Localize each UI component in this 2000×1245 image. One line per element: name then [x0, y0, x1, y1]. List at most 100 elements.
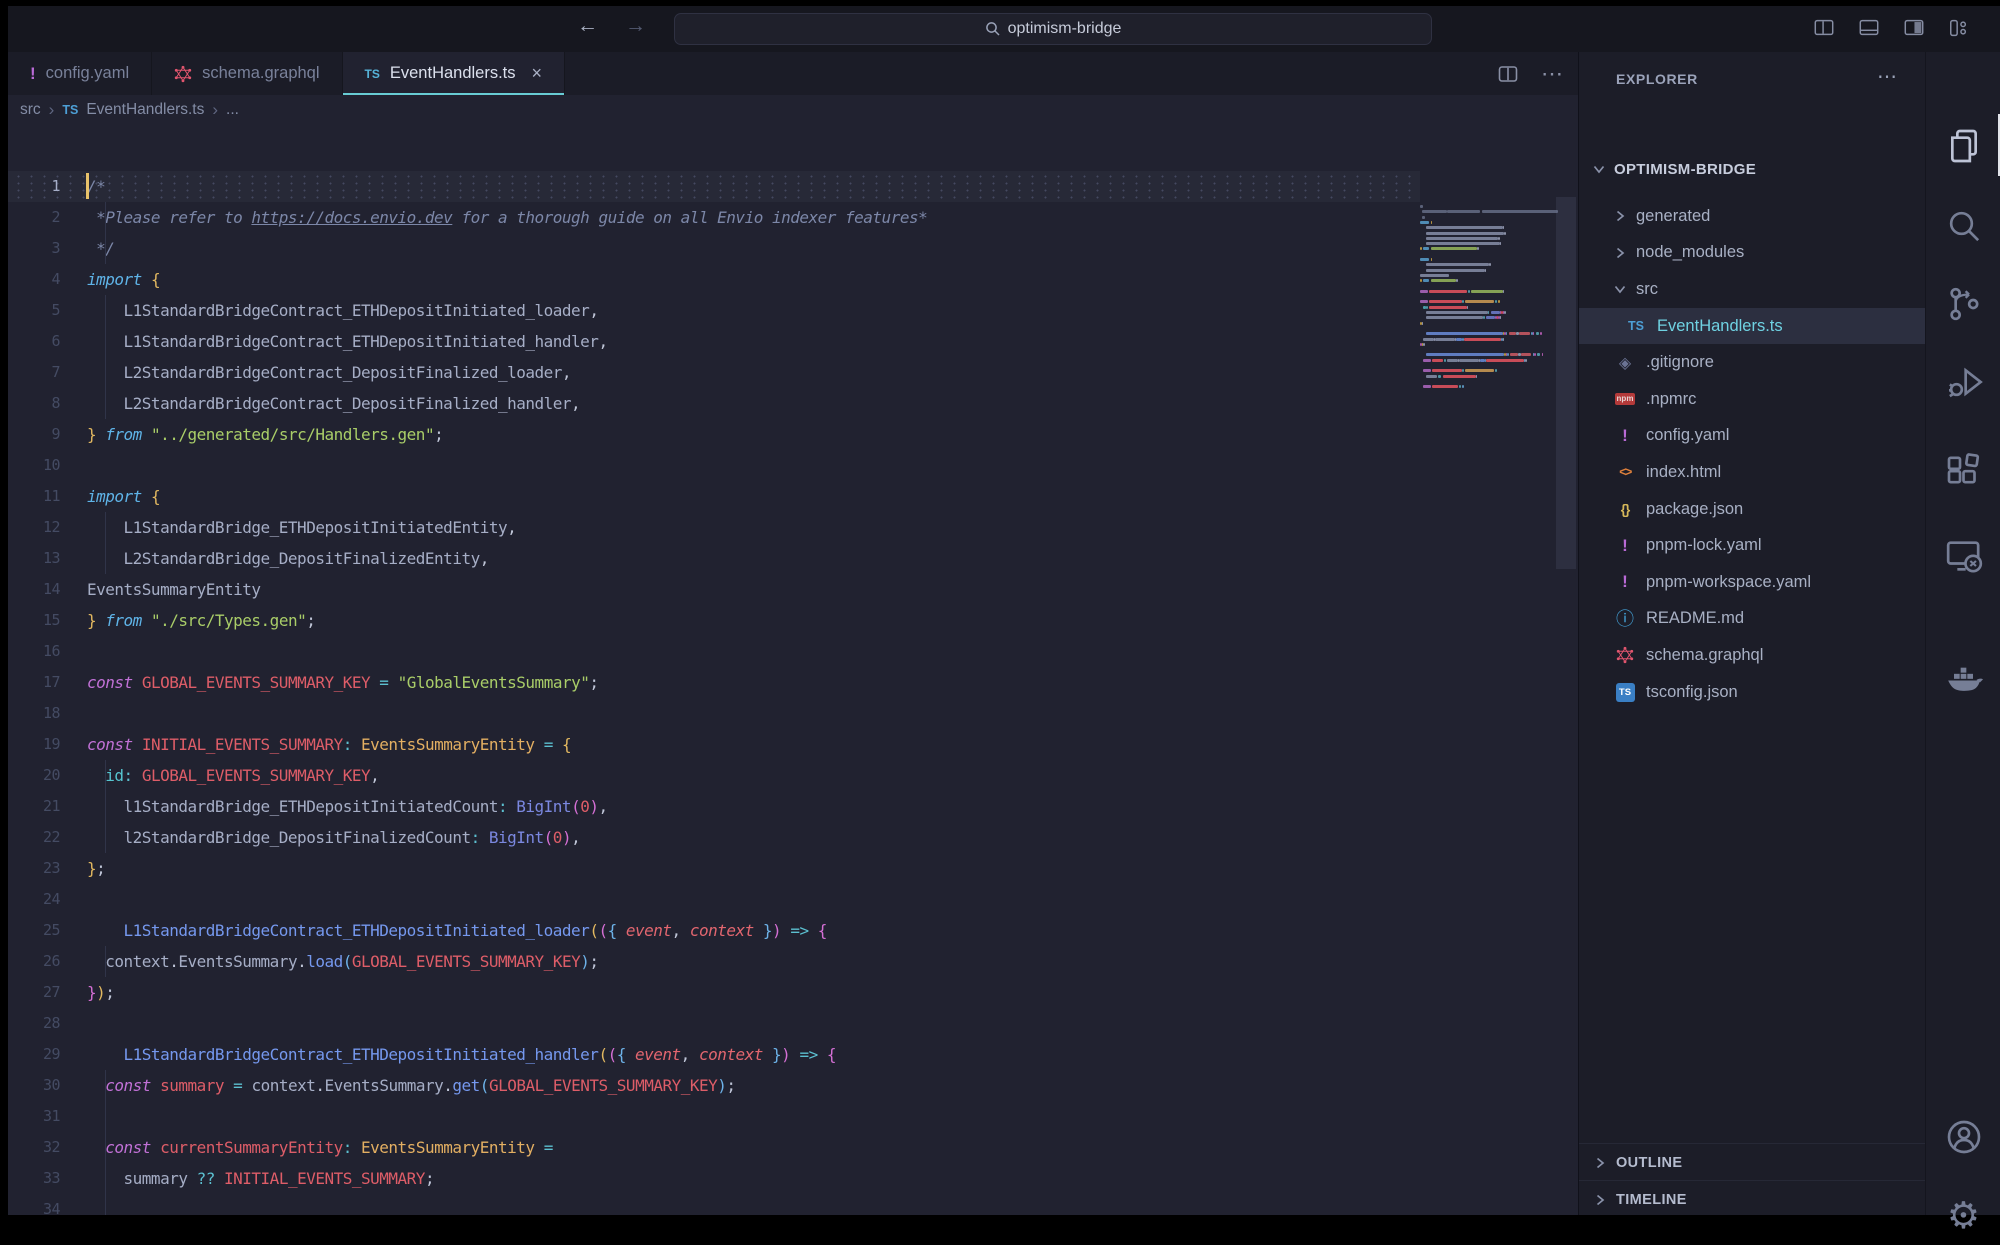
code-line-16[interactable]: [87, 636, 1578, 667]
line-number: 17: [8, 667, 60, 698]
search-value: optimism-bridge: [1008, 20, 1122, 38]
search-icon: [985, 21, 1001, 37]
explorer-more-icon[interactable]: ⋯: [1877, 64, 1898, 89]
code-line-17[interactable]: const GLOBAL_EVENTS_SUMMARY_KEY = "Globa…: [87, 667, 1578, 698]
minimap-line: [1462, 369, 1464, 372]
tree-item-pnpm-lock.yaml[interactable]: !pnpm-lock.yaml: [1579, 527, 1926, 564]
breadcrumb[interactable]: src›TSEventHandlers.ts›...: [20, 95, 239, 125]
line-number: 6: [8, 326, 60, 357]
code-line-1[interactable]: /*: [87, 171, 1578, 202]
code-line-3[interactable]: */: [87, 233, 1578, 264]
code-line-24[interactable]: [87, 884, 1578, 915]
tab-schema.graphql[interactable]: schema.graphql: [152, 52, 342, 95]
code-line-15[interactable]: } from "./src/Types.gen";: [87, 605, 1578, 636]
code-line-2[interactable]: *Please refer to https://docs.envio.dev …: [87, 202, 1578, 233]
code-line-27[interactable]: });: [87, 977, 1578, 1008]
code-line-32[interactable]: const currentSummaryEntity: EventsSummar…: [87, 1132, 1578, 1163]
code-line-13[interactable]: L2StandardBridge_DepositFinalizedEntity,: [87, 543, 1578, 574]
code-line-9[interactable]: } from "../generated/src/Handlers.gen";: [87, 419, 1578, 450]
code-line-19[interactable]: const INITIAL_EVENTS_SUMMARY: EventsSumm…: [87, 729, 1578, 760]
code-line-10[interactable]: [87, 450, 1578, 481]
tree-item-package.json[interactable]: {}package.json: [1579, 491, 1926, 528]
tree-item-generated[interactable]: generated: [1579, 198, 1926, 235]
activity-source-control[interactable]: [1926, 274, 2000, 334]
tab-EventHandlers.ts[interactable]: TSEventHandlers.ts×: [343, 52, 566, 95]
code-editor[interactable]: 1234567891011121314151617181920212223242…: [8, 125, 1578, 1215]
code-line-7[interactable]: L2StandardBridgeContract_DepositFinalize…: [87, 357, 1578, 388]
minimap-line: [1429, 300, 1462, 303]
docker-icon: [1944, 658, 1984, 698]
code-line-5[interactable]: L1StandardBridgeContract_ETHDepositIniti…: [87, 295, 1578, 326]
tree-item-src[interactable]: src: [1579, 271, 1926, 308]
code-line-18[interactable]: [87, 698, 1578, 729]
minimap-line: [1498, 300, 1500, 303]
file-icon-wrap: !: [1612, 426, 1638, 446]
close-tab-icon[interactable]: ×: [532, 63, 543, 84]
code-line-12[interactable]: L1StandardBridge_ETHDepositInitiatedEnti…: [87, 512, 1578, 543]
code-line-20[interactable]: id: GLOBAL_EVENTS_SUMMARY_KEY,: [87, 760, 1578, 791]
minimap-line: [1420, 274, 1449, 277]
activity-extensions[interactable]: [1926, 440, 2000, 500]
tab-config.yaml[interactable]: !config.yaml: [8, 52, 152, 95]
tree-item-node_modules[interactable]: node_modules: [1579, 235, 1926, 272]
code-line-30[interactable]: const summary = context.EventsSummary.ge…: [87, 1070, 1578, 1101]
tree-item-index.html[interactable]: <>index.html: [1579, 454, 1926, 491]
timeline-section[interactable]: TIMELINE: [1579, 1180, 1926, 1218]
vertical-scrollbar[interactable]: [1556, 197, 1576, 569]
code-line-21[interactable]: l1StandardBridge_ETHDepositInitiatedCoun…: [87, 791, 1578, 822]
activity-search[interactable]: [1926, 196, 2000, 256]
tree-item-pnpm-workspace.yaml[interactable]: !pnpm-workspace.yaml: [1579, 564, 1926, 601]
minimap-line: [1422, 216, 1425, 219]
search-icon: [1944, 206, 1984, 246]
tree-item-.npmrc[interactable]: npm.npmrc: [1579, 381, 1926, 418]
more-actions-icon[interactable]: ⋯: [1541, 61, 1564, 87]
toggle-right-sidebar[interactable]: [1903, 17, 1925, 39]
code-line-26[interactable]: context.EventsSummary.load(GLOBAL_EVENTS…: [87, 946, 1578, 977]
tree-item-.gitignore[interactable]: ◈.gitignore: [1579, 344, 1926, 381]
code-line-33[interactable]: summary ?? INITIAL_EVENTS_SUMMARY;: [87, 1163, 1578, 1194]
minimap-line: [1444, 359, 1446, 362]
code-line-34[interactable]: [87, 1194, 1578, 1216]
nav-forward-icon[interactable]: →: [625, 14, 646, 38]
code-line-23[interactable]: };: [87, 853, 1578, 884]
yaml-icon: !: [30, 64, 36, 84]
customize-layout[interactable]: [1948, 17, 1970, 39]
code-line-14[interactable]: EventsSummaryEntity: [87, 574, 1578, 605]
code-line-8[interactable]: L2StandardBridgeContract_DepositFinalize…: [87, 388, 1578, 419]
tree-item-tsconfig.json[interactable]: TStsconfig.json: [1579, 674, 1926, 711]
activity-docker[interactable]: [1926, 648, 2000, 708]
code-line-31[interactable]: [87, 1101, 1578, 1132]
breadcrumb-item[interactable]: EventHandlers.ts: [86, 101, 204, 119]
code-line-6[interactable]: L1StandardBridgeContract_ETHDepositIniti…: [87, 326, 1578, 357]
tree-item-README.md[interactable]: ⓘREADME.md: [1579, 601, 1926, 638]
minimap[interactable]: [1420, 205, 1560, 485]
code-line-28[interactable]: [87, 1008, 1578, 1039]
line-number: 1: [8, 171, 60, 202]
code-line-22[interactable]: l2StandardBridge_DepositFinalizedCount: …: [87, 822, 1578, 853]
breadcrumb-item[interactable]: src: [20, 101, 41, 119]
activity-account[interactable]: [1926, 1107, 2000, 1167]
activity-run-debug[interactable]: [1926, 352, 2000, 412]
activity-files[interactable]: [1926, 116, 2000, 176]
toggle-left-layout[interactable]: [1813, 17, 1835, 39]
command-center-search[interactable]: optimism-bridge: [674, 13, 1432, 45]
minimap-line: [1426, 237, 1498, 240]
chevron-right-icon: [1592, 1192, 1608, 1208]
activity-remote-explorer[interactable]: [1926, 526, 2000, 586]
code-line-11[interactable]: import {: [87, 481, 1578, 512]
nav-back-icon[interactable]: ←: [577, 14, 598, 38]
tree-item-EventHandlers.ts[interactable]: TSEventHandlers.ts: [1579, 308, 1926, 345]
outline-section[interactable]: OUTLINE: [1579, 1143, 1926, 1181]
split-editor-icon[interactable]: [1497, 63, 1519, 85]
project-root-row[interactable]: OPTIMISM-BRIDGE: [1579, 150, 1926, 188]
tree-item-schema.graphql[interactable]: schema.graphql: [1579, 637, 1926, 674]
code-line-25[interactable]: L1StandardBridgeContract_ETHDepositIniti…: [87, 915, 1578, 946]
code-line-4[interactable]: import {: [87, 264, 1578, 295]
activity-settings[interactable]: ⚙: [1926, 1185, 2000, 1245]
line-number: 18: [8, 698, 60, 729]
code-line-29[interactable]: L1StandardBridgeContract_ETHDepositIniti…: [87, 1039, 1578, 1070]
tree-item-config.yaml[interactable]: !config.yaml: [1579, 418, 1926, 455]
toggle-panel[interactable]: [1858, 17, 1880, 39]
file-icon-wrap: <>: [1612, 465, 1638, 479]
breadcrumb-item[interactable]: ...: [226, 101, 239, 119]
